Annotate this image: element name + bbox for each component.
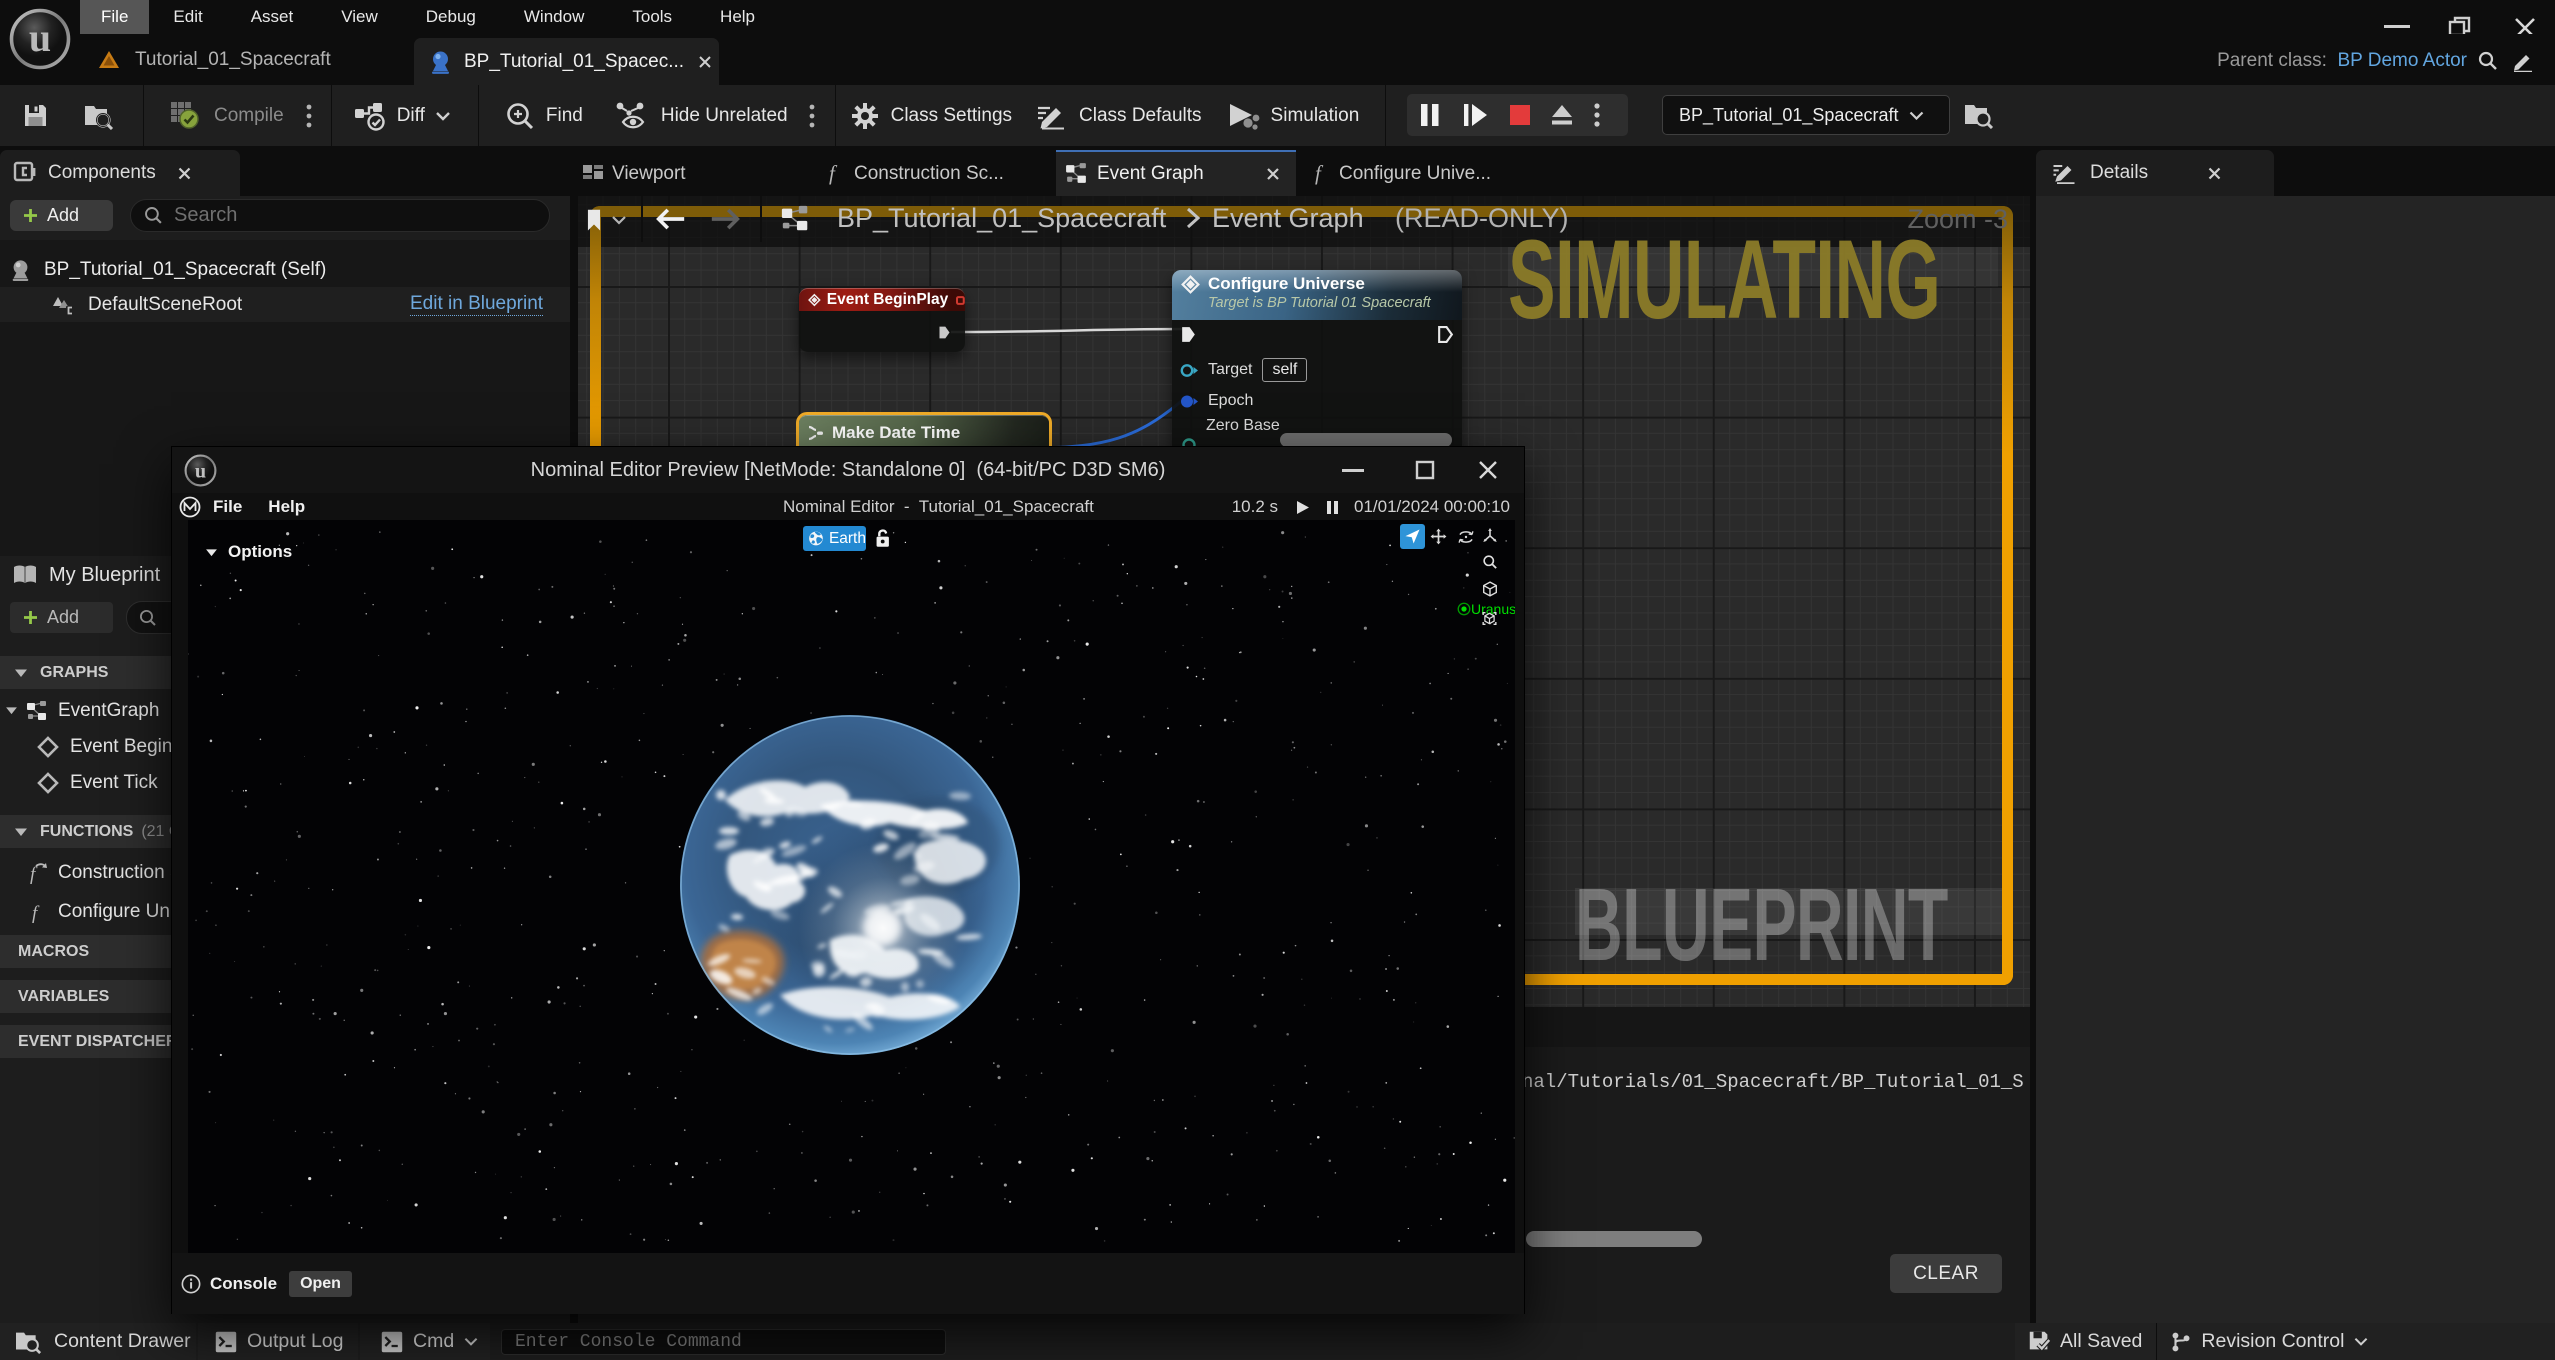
svg-text:f: f bbox=[829, 161, 838, 185]
svg-text:f: f bbox=[32, 903, 40, 923]
svg-text:u: u bbox=[29, 15, 51, 60]
svg-text:f: f bbox=[1315, 161, 1324, 185]
svg-text:f: f bbox=[30, 864, 38, 884]
